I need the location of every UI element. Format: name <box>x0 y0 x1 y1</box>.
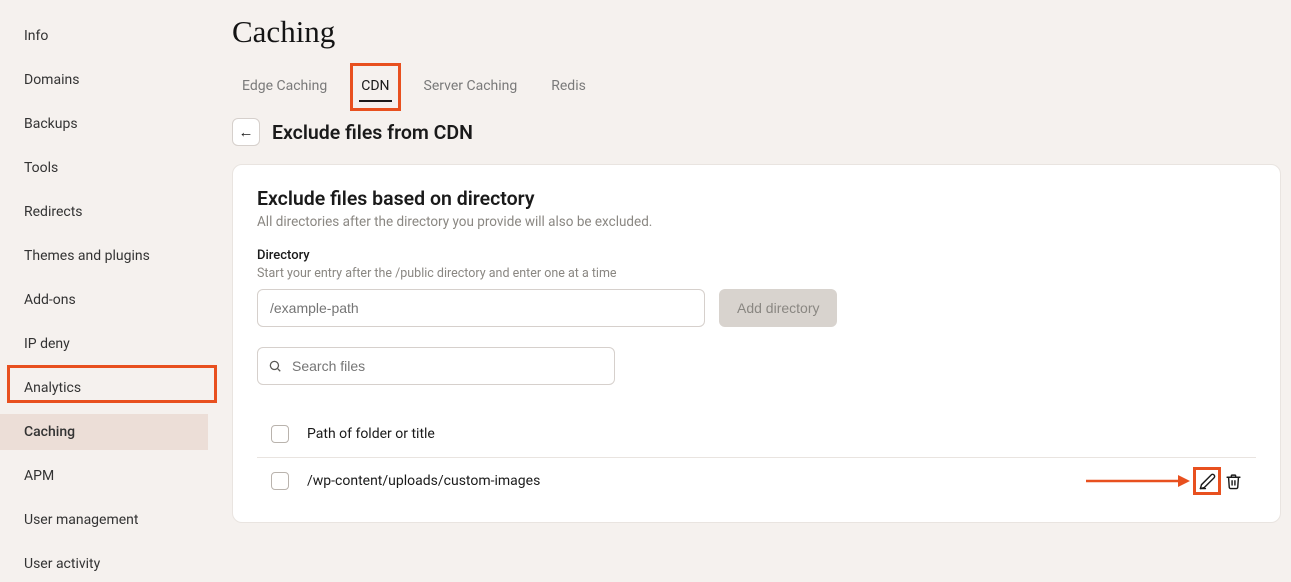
sidebar-item-backups[interactable]: Backups <box>0 106 208 142</box>
delete-icon[interactable] <box>1224 472 1242 490</box>
list-row: /wp-content/uploads/custom-images <box>257 458 1256 504</box>
sidebar-item-apm[interactable]: APM <box>0 458 208 494</box>
back-button[interactable]: ← <box>232 118 260 146</box>
sidebar-item-themes-plugins[interactable]: Themes and plugins <box>0 238 208 274</box>
tabs: Edge Caching CDN Server Caching Redis <box>232 72 1281 102</box>
sidebar-item-redirects[interactable]: Redirects <box>0 194 208 230</box>
sidebar: Info Domains Backups Tools Redirects The… <box>0 0 208 520</box>
row-path: /wp-content/uploads/custom-images <box>307 473 540 489</box>
tab-redis[interactable]: Redis <box>549 72 588 102</box>
row-checkbox[interactable] <box>271 472 289 490</box>
exclude-card: Exclude files based on directory All dir… <box>232 164 1281 523</box>
tab-server-caching[interactable]: Server Caching <box>422 72 520 102</box>
sub-header: ← Exclude files from CDN <box>232 118 1281 146</box>
directory-label: Directory <box>257 248 1256 263</box>
add-directory-button[interactable]: Add directory <box>719 289 837 327</box>
card-title: Exclude files based on directory <box>257 187 1256 210</box>
sidebar-item-analytics[interactable]: Analytics <box>0 370 208 406</box>
search-input[interactable] <box>257 347 615 385</box>
sidebar-item-info[interactable]: Info <box>0 18 208 54</box>
card-description: All directories after the directory you … <box>257 214 1256 230</box>
sidebar-item-add-ons[interactable]: Add-ons <box>0 282 208 318</box>
arrow-left-icon: ← <box>239 123 254 141</box>
directory-input[interactable] <box>257 289 705 327</box>
edit-icon[interactable] <box>1198 472 1216 490</box>
sub-title: Exclude files from CDN <box>272 121 473 144</box>
directory-help: Start your entry after the /public direc… <box>257 266 1256 281</box>
main-content: Caching Edge Caching CDN Server Caching … <box>208 0 1291 520</box>
list-header-label: Path of folder or title <box>307 426 435 442</box>
sidebar-item-tools[interactable]: Tools <box>0 150 208 186</box>
page-title: Caching <box>232 14 1281 50</box>
sidebar-item-domains[interactable]: Domains <box>0 62 208 98</box>
sidebar-item-caching[interactable]: Caching <box>0 414 208 450</box>
sidebar-item-ip-deny[interactable]: IP deny <box>0 326 208 362</box>
list-header: Path of folder or title <box>257 411 1256 458</box>
select-all-checkbox[interactable] <box>271 425 289 443</box>
tab-cdn[interactable]: CDN <box>359 72 391 102</box>
tab-edge-caching[interactable]: Edge Caching <box>240 72 329 102</box>
sidebar-item-user-activity[interactable]: User activity <box>0 546 208 582</box>
sidebar-item-user-management[interactable]: User management <box>0 502 208 538</box>
